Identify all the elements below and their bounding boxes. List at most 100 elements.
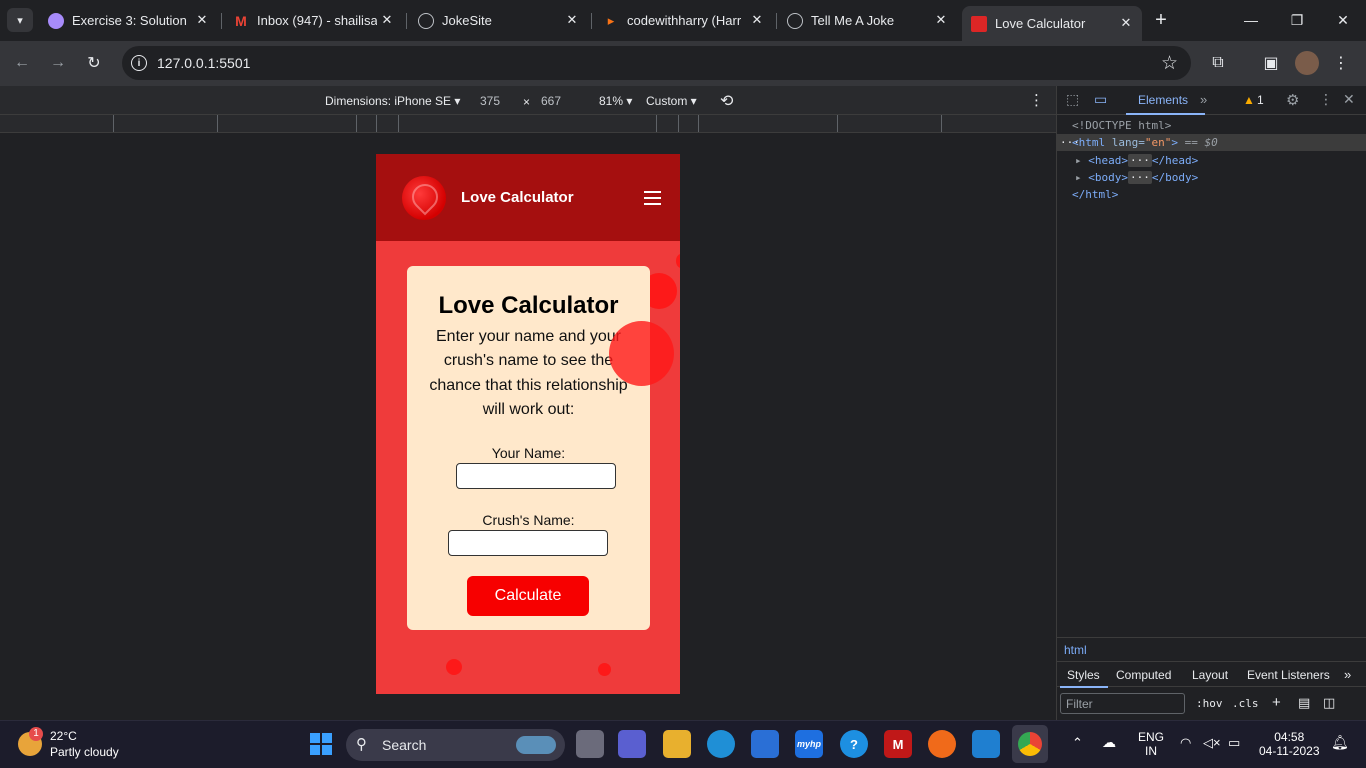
tab-event-listeners[interactable]: Event Listeners (1247, 668, 1330, 682)
tab-tell-me-a-joke[interactable]: Tell Me A Joke ✕ (787, 6, 957, 35)
tab-layout[interactable]: Layout (1192, 668, 1228, 682)
meet-icon[interactable] (618, 730, 646, 758)
window-close-icon[interactable]: ✕ (1331, 8, 1355, 32)
search-label: Search (382, 737, 427, 753)
calculate-button[interactable]: Calculate (467, 576, 589, 616)
tab-codewithharry[interactable]: ▸ codewithharry (Harr ✕ (603, 6, 773, 35)
close-icon[interactable]: ✕ (564, 12, 580, 28)
inspect-element-icon[interactable]: ⬚ (1066, 91, 1079, 108)
forward-arrow-icon[interactable]: → (46, 51, 70, 75)
clock[interactable]: 04:58 04-11-2023 (1259, 730, 1320, 758)
styles-tab-bar: Styles Computed Layout Event Listeners » (1057, 661, 1366, 688)
width-input[interactable]: 375 (480, 94, 500, 108)
height-input[interactable]: 667 (541, 94, 561, 108)
chrome-taskbar-button[interactable] (1012, 725, 1048, 763)
taskbar-search[interactable]: ⚲ Search (346, 729, 565, 761)
vscode-icon[interactable] (972, 730, 1000, 758)
rotate-icon[interactable]: ⟲ (720, 91, 733, 111)
tab-computed[interactable]: Computed (1116, 668, 1171, 682)
volume-muted-icon[interactable]: ◁× (1203, 735, 1221, 751)
language-indicator[interactable]: ENG IN (1138, 730, 1164, 758)
your-name-input[interactable] (456, 463, 616, 489)
side-panel-icon[interactable]: ▣ (1259, 51, 1283, 75)
close-icon[interactable]: ✕ (933, 12, 949, 28)
zoom-label: 81% (599, 94, 624, 108)
breadcrumb-html[interactable]: html (1064, 643, 1087, 657)
back-arrow-icon[interactable]: ← (10, 51, 34, 75)
devtools-close-icon[interactable]: ✕ (1343, 91, 1355, 108)
tab-title: Inbox (947) - shailisa (257, 13, 377, 28)
warning-count[interactable]: 1 (1257, 93, 1264, 107)
cls-toggle[interactable]: .cls (1232, 697, 1259, 710)
tab-styles[interactable]: Styles (1067, 668, 1100, 682)
settings-gear-icon[interactable]: ⚙ (1286, 91, 1299, 109)
new-tab-icon[interactable]: + (1150, 9, 1172, 31)
reload-icon[interactable]: ↻ (82, 51, 106, 75)
throttle-select[interactable]: Custom ▾ (646, 94, 697, 108)
help-icon[interactable]: ? (840, 730, 868, 758)
calculator-card: Love Calculator Enter your name and your… (407, 266, 650, 630)
tab-exercise[interactable]: Exercise 3: Solution & ✕ (48, 6, 218, 35)
crush-name-input[interactable] (448, 530, 608, 556)
firefox-icon[interactable] (928, 730, 956, 758)
dom-html-close[interactable]: </html> (1072, 186, 1118, 203)
mcafee-icon[interactable]: M (884, 730, 912, 758)
file-explorer-icon[interactable] (663, 730, 691, 758)
zoom-select[interactable]: 81% ▾ (599, 94, 632, 108)
edge-icon[interactable] (707, 730, 735, 758)
tab-title: Exercise 3: Solution & (72, 13, 187, 28)
wifi-icon[interactable]: ◠ (1180, 735, 1191, 751)
brand-title[interactable]: Love Calculator (461, 189, 574, 206)
love-favicon-icon (971, 15, 987, 32)
dom-doctype[interactable]: <!DOCTYPE html> (1072, 117, 1171, 134)
battery-icon[interactable]: ▭ (1228, 735, 1240, 751)
tab-gmail[interactable]: M Inbox (947) - shailisa ✕ (233, 6, 403, 35)
menu-kebab-icon[interactable]: ⋮ (1329, 51, 1353, 75)
hamburger-menu-icon[interactable] (644, 191, 661, 205)
restore-icon[interactable]: ❐ (1285, 8, 1309, 32)
more-options-icon[interactable]: ⋮ (1029, 91, 1044, 109)
myhp-icon[interactable]: myhp (795, 730, 823, 758)
store-icon[interactable] (751, 730, 779, 758)
dom-node-html-selected[interactable]: ··· <html lang="en"> == $0 (1057, 134, 1366, 151)
task-view-icon[interactable] (576, 730, 604, 758)
windows-start-icon[interactable] (307, 730, 335, 758)
url-text[interactable]: 127.0.0.1:5501 (157, 55, 250, 71)
warning-icon[interactable]: ▲ (1243, 93, 1255, 107)
heart-logo-icon[interactable] (402, 176, 446, 220)
paint-icon[interactable]: ▤ (1298, 695, 1310, 711)
onedrive-icon[interactable]: ☁ (1102, 734, 1116, 751)
hov-toggle[interactable]: :hov (1196, 697, 1223, 710)
notification-bell-icon[interactable]: 🔔︎ (1331, 734, 1349, 751)
styles-filter-input[interactable]: Filter (1060, 693, 1185, 714)
device-select[interactable]: Dimensions: iPhone SE ▾ (325, 94, 460, 108)
weather-widget[interactable]: 1 22°C Partly cloudy (15, 727, 145, 762)
dom-tag: <html (1072, 136, 1106, 149)
tab-jokesite[interactable]: JokeSite ✕ (418, 6, 588, 35)
more-tabs-chevron-icon[interactable]: » (1200, 92, 1207, 107)
address-bar[interactable]: i 127.0.0.1:5501 ☆ (122, 46, 1191, 80)
close-icon[interactable]: ✕ (749, 12, 765, 28)
tab-love-calculator[interactable]: Love Calculator ✕ (962, 6, 1142, 41)
dom-node-head[interactable]: ▸ <head> ··· </head> (1075, 152, 1198, 169)
show-hidden-icons-icon[interactable]: ⌃ (1072, 735, 1083, 751)
tab-elements[interactable]: Elements (1138, 93, 1188, 107)
info-icon[interactable]: i (131, 55, 147, 71)
page-description: Enter your name and your crush's name to… (429, 328, 628, 418)
minimize-icon[interactable]: — (1239, 8, 1263, 32)
tab-search-button[interactable]: ▾ (7, 8, 33, 32)
devtools-menu-icon[interactable]: ⋮ (1319, 91, 1333, 108)
new-rule-icon[interactable]: + (1272, 694, 1281, 711)
extensions-icon[interactable]: ⧉ (1206, 51, 1230, 75)
chrome-icon (1018, 732, 1042, 756)
toggle-sidebar-icon[interactable]: ◫ (1323, 695, 1335, 711)
device-toggle-icon[interactable]: ▭ (1094, 91, 1107, 108)
close-icon[interactable]: ✕ (194, 12, 210, 28)
close-icon[interactable]: ✕ (1118, 15, 1134, 31)
more-tabs-chevron-icon[interactable]: » (1344, 667, 1351, 682)
close-icon[interactable]: ✕ (379, 12, 395, 28)
globe-icon (418, 12, 434, 29)
profile-avatar[interactable] (1295, 51, 1319, 75)
bookmark-star-icon[interactable]: ☆ (1161, 52, 1178, 75)
dom-node-body[interactable]: ▸ <body> ··· </body> (1075, 169, 1198, 186)
